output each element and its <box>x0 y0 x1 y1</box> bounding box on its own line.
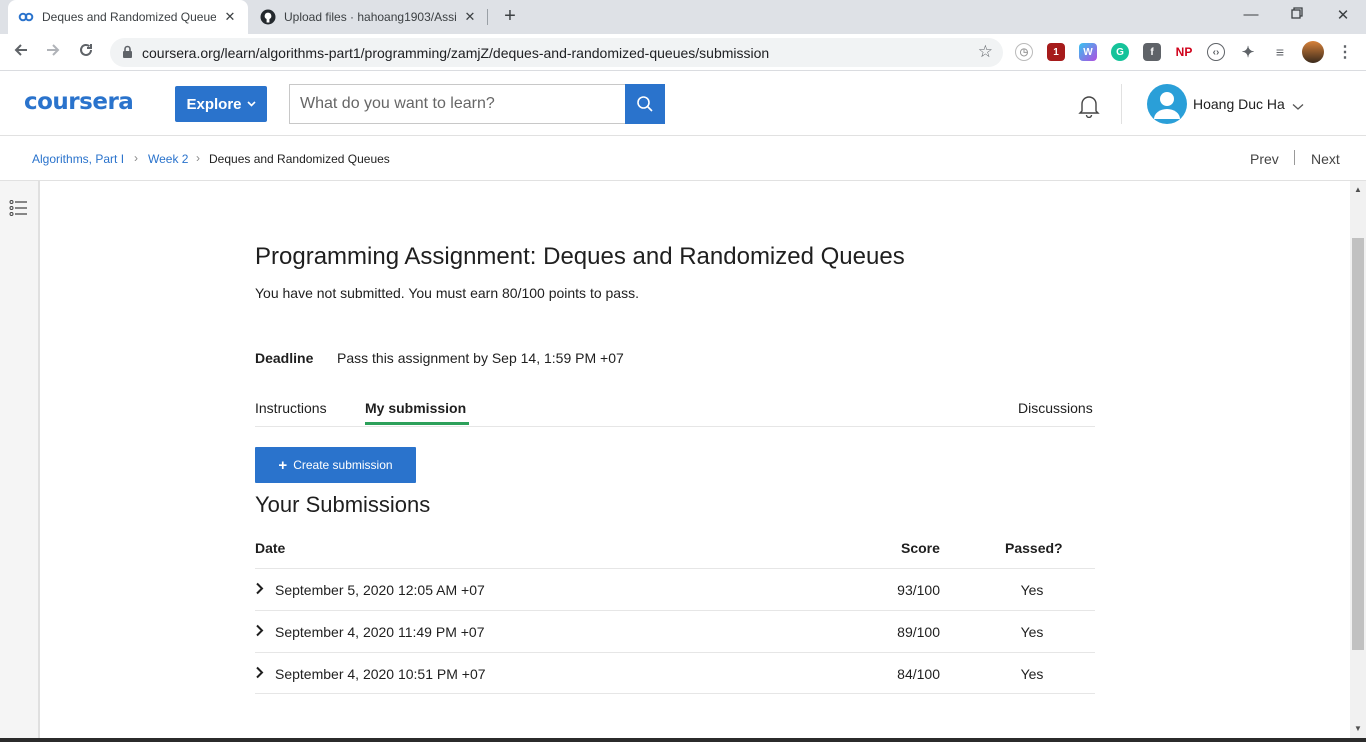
reload-icon[interactable] <box>76 42 96 62</box>
chevron-right-icon[interactable] <box>255 666 264 684</box>
explore-label: Explore <box>186 95 242 113</box>
search-box <box>289 84 625 124</box>
assignment-tabs: Instructions My submission Discussions <box>255 396 1095 427</box>
submission-score: 93/100 <box>897 582 940 598</box>
breadcrumb-current: Deques and Randomized Queues <box>209 152 390 166</box>
browser-tab-title: Deques and Randomized Queues <box>42 10 216 24</box>
lock-icon[interactable] <box>122 45 133 64</box>
github-icon <box>260 9 276 25</box>
extension-grammarly-icon[interactable]: G <box>1111 43 1129 61</box>
extension-ublock-icon[interactable]: 1 <box>1047 43 1065 61</box>
extension-np-icon[interactable]: NP <box>1175 43 1193 61</box>
deadline-value: Pass this assignment by Sep 14, 1:59 PM … <box>337 350 624 366</box>
browser-tab-strip: Deques and Randomized Queues ✕ Upload fi… <box>0 0 1366 34</box>
column-header-score: Score <box>901 540 940 556</box>
header-divider <box>1121 84 1122 124</box>
scroll-down-arrow-icon[interactable]: ▼ <box>1351 724 1365 733</box>
submission-passed: Yes <box>1020 666 1044 682</box>
coursera-logo[interactable]: coursera <box>24 89 134 115</box>
user-avatar-icon <box>1154 92 1180 119</box>
submission-date: September 4, 2020 11:49 PM +07 <box>275 624 485 640</box>
submission-status: You have not submitted. You must earn 80… <box>255 285 639 301</box>
submission-score: 89/100 <box>897 624 940 640</box>
table-row[interactable]: September 4, 2020 10:51 PM +07 84/100 Ye… <box>255 652 1095 694</box>
submission-score: 84/100 <box>897 666 940 682</box>
tab-discussions[interactable]: Discussions <box>1018 400 1093 416</box>
notification-bell-icon[interactable] <box>1076 94 1102 123</box>
page-title: Programming Assignment: Deques and Rando… <box>255 243 905 270</box>
extension-np-label: NP <box>1175 45 1193 59</box>
prev-next-divider <box>1294 150 1295 165</box>
restore-icon[interactable] <box>1287 6 1307 23</box>
chevron-right-icon: › <box>134 151 138 165</box>
extensions-puzzle-icon[interactable]: ✦ <box>1239 43 1257 61</box>
scrollbar-thumb[interactable] <box>1352 238 1364 650</box>
tab-my-submission[interactable]: My submission <box>365 400 466 416</box>
extension-code-icon[interactable]: ‹› <box>1207 43 1225 61</box>
chevron-right-icon[interactable] <box>255 624 264 642</box>
search-icon <box>637 96 653 112</box>
outline-list-icon[interactable] <box>9 199 27 222</box>
course-outline-rail <box>0 181 40 742</box>
forward-arrow-icon[interactable] <box>43 42 63 62</box>
avatar[interactable] <box>1147 84 1187 124</box>
browser-menu-icon[interactable]: ⋮ <box>1336 43 1354 61</box>
breadcrumb-bar: Algorithms, Part I › Week 2 › Deques and… <box>0 137 1366 181</box>
chevron-down-icon[interactable] <box>1292 98 1304 116</box>
chevron-right-icon: › <box>196 151 200 165</box>
table-row[interactable]: September 4, 2020 11:49 PM +07 89/100 Ye… <box>255 610 1095 652</box>
back-arrow-icon[interactable] <box>11 42 31 62</box>
new-tab-icon[interactable]: + <box>499 5 521 28</box>
user-name[interactable]: Hoang Duc Ha <box>1193 96 1285 112</box>
tab-instructions[interactable]: Instructions <box>255 400 327 416</box>
column-header-passed: Passed? <box>1005 540 1063 556</box>
column-header-date: Date <box>255 540 286 556</box>
browser-tab-coursera[interactable]: Deques and Randomized Queues ✕ <box>8 0 248 34</box>
scroll-up-arrow-icon[interactable]: ▲ <box>1351 185 1365 194</box>
submission-date: September 4, 2020 10:51 PM +07 <box>275 666 486 682</box>
table-row[interactable]: September 5, 2020 12:05 AM +07 93/100 Ye… <box>255 568 1095 610</box>
address-bar[interactable]: coursera.org/learn/algorithms-part1/prog… <box>110 38 1003 67</box>
chevron-right-icon[interactable] <box>255 582 264 600</box>
url-text: coursera.org/learn/algorithms-part1/prog… <box>142 45 770 61</box>
extension-w-icon[interactable]: W <box>1079 43 1097 61</box>
browser-tab-title: Upload files · hahoang1903/Assig <box>284 10 456 24</box>
bookmark-star-icon[interactable]: ☆ <box>978 42 993 62</box>
extension-timer-icon[interactable]: ◷ <box>1015 43 1033 61</box>
explore-button[interactable]: Explore <box>175 86 267 122</box>
coursera-icon <box>18 9 34 25</box>
minimize-icon[interactable]: — <box>1241 6 1261 23</box>
profile-avatar-icon[interactable] <box>1302 41 1324 63</box>
taskbar-edge <box>0 738 1366 742</box>
tab-separator <box>487 9 488 25</box>
close-icon[interactable]: ✕ <box>222 9 238 25</box>
breadcrumb-course[interactable]: Algorithms, Part I <box>32 152 124 166</box>
search-input[interactable] <box>300 95 610 113</box>
close-icon[interactable]: ✕ <box>462 9 478 25</box>
extension-badge: 1 <box>1053 46 1059 58</box>
prev-link[interactable]: Prev <box>1250 151 1279 167</box>
chevron-down-icon <box>246 101 256 107</box>
next-link[interactable]: Next <box>1311 151 1340 167</box>
deadline-label: Deadline <box>255 350 314 366</box>
submission-passed: Yes <box>1020 624 1044 640</box>
extension-facebook-icon[interactable]: f <box>1143 43 1161 61</box>
search-button[interactable] <box>625 84 665 124</box>
browser-tab-github[interactable]: Upload files · hahoang1903/Assig ✕ <box>250 0 488 34</box>
submission-passed: Yes <box>1020 582 1044 598</box>
breadcrumb-week[interactable]: Week 2 <box>148 152 188 166</box>
active-tab-underline <box>365 422 469 425</box>
submission-date: September 5, 2020 12:05 AM +07 <box>275 582 485 598</box>
media-control-icon[interactable]: ≡ <box>1271 43 1289 61</box>
browser-toolbar: coursera.org/learn/algorithms-part1/prog… <box>0 34 1366 71</box>
create-submission-label: Create submission <box>293 458 393 472</box>
plus-icon: + <box>278 456 288 474</box>
submissions-title: Your Submissions <box>255 492 431 517</box>
site-header: coursera Explore Hoang Duc Ha <box>0 72 1366 136</box>
window-close-icon[interactable]: ✕ <box>1333 6 1353 24</box>
create-submission-button[interactable]: + Create submission <box>255 447 416 483</box>
